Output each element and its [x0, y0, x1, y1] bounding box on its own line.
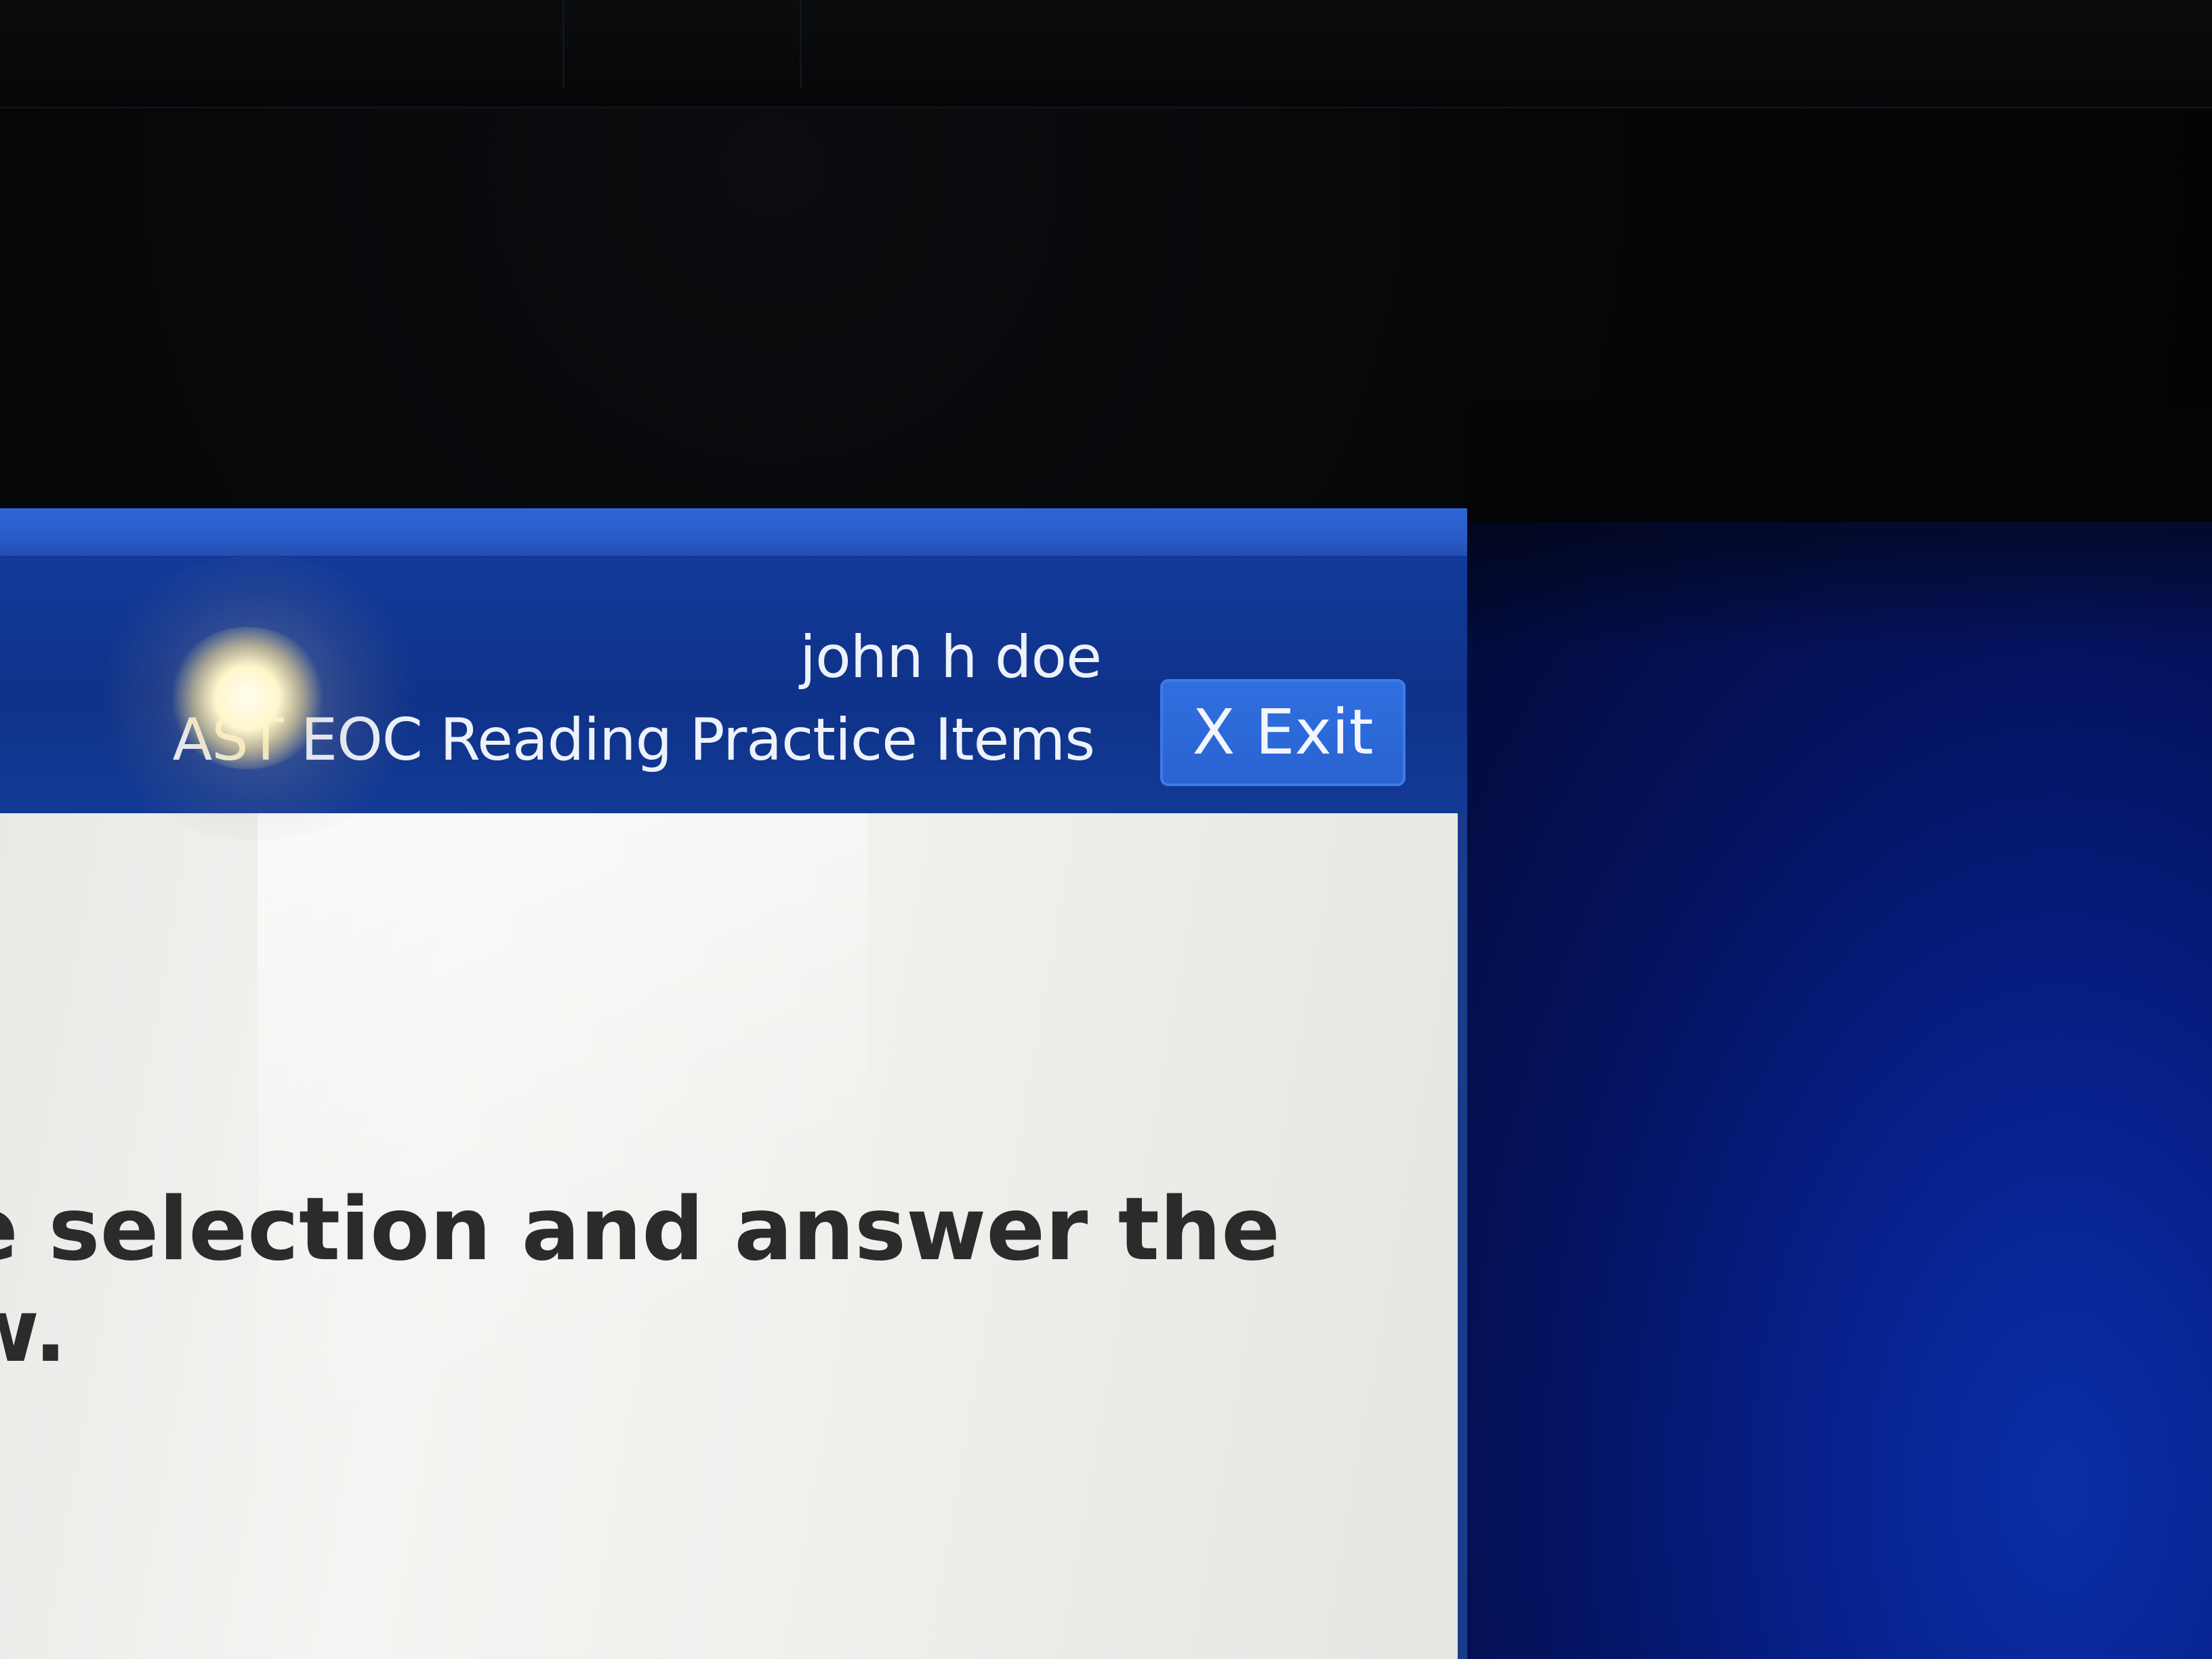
exit-button[interactable]: X Exit [1160, 679, 1406, 786]
toolbar-separator [562, 0, 565, 88]
photo-stage: john h doe AST EOC Reading Practice Item… [0, 0, 2212, 1659]
instruction-line: e selection and answer the [0, 1179, 1280, 1280]
instruction-text: e selection and answer the w. [0, 1179, 1280, 1382]
window-right-edge [1458, 813, 1467, 1659]
camera-flash-glare [169, 627, 325, 769]
desktop-background [1464, 522, 2212, 1659]
toolbar-separator [800, 0, 802, 88]
background-app-toolbar [0, 0, 2212, 108]
window-accent-bar [0, 508, 1467, 556]
exit-button-label: Exit [1255, 696, 1374, 769]
user-name: john h doe [800, 623, 1102, 691]
close-icon: X [1192, 696, 1235, 769]
instruction-line: w. [0, 1281, 67, 1382]
desktop-background-fade [1464, 407, 2212, 651]
